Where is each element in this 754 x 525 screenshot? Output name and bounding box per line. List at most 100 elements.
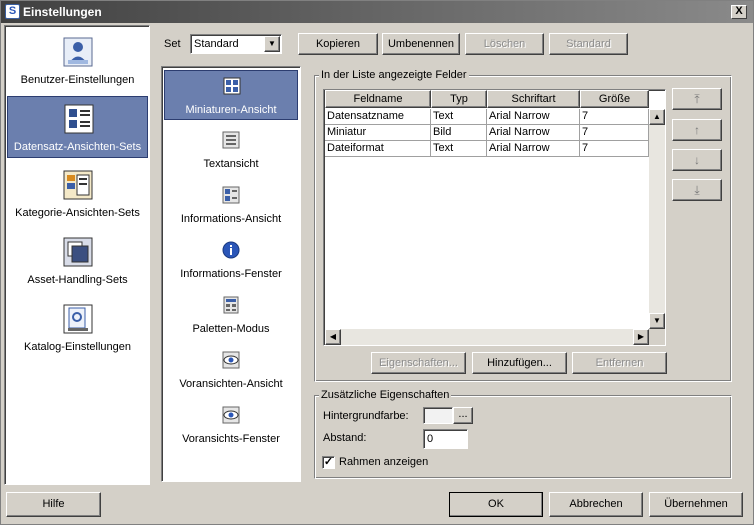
background-color-swatch[interactable] [423, 407, 453, 424]
scroll-down-icon[interactable]: ▼ [649, 313, 665, 329]
view-item-label: Voransichts-Fenster [182, 433, 280, 445]
move-top-icon: ⤒ [694, 92, 700, 106]
fields-group-label: In der Liste angezeigte Felder [319, 69, 469, 81]
default-button[interactable]: Standard [549, 33, 628, 55]
view-item-label: Informations-Ansicht [180, 213, 282, 225]
move-bottom-icon: ⤓ [694, 183, 700, 197]
set-dropdown[interactable]: Standard ▼ [190, 34, 282, 54]
fields-table: Feldname Typ Schriftart Größe Datensatzn… [323, 89, 666, 346]
scroll-left-icon[interactable]: ◀ [325, 329, 341, 345]
category-view-sets-icon [63, 170, 93, 200]
sidebar-item-label: Datensatz-Ansichten-Sets [13, 141, 142, 153]
table-cell[interactable]: 7 [580, 125, 649, 141]
column-header-type[interactable]: Typ [431, 90, 487, 108]
scroll-up-icon[interactable]: ▲ [649, 109, 665, 125]
thumbnail-view-icon [223, 77, 241, 95]
catalog-settings-icon [63, 304, 93, 334]
sidebar-item-label: Asset-Handling-Sets [27, 274, 128, 286]
view-item-info-view[interactable]: Informations-Ansicht [164, 180, 298, 230]
sidebar-item-user-settings[interactable]: Benutzer-Einstellungen [7, 30, 148, 92]
info-view-icon [222, 186, 240, 204]
settings-category-list: Benutzer-Einstellungen Datensatz-Ansicht… [4, 25, 150, 485]
title-bar[interactable]: S Einstellungen X [1, 1, 753, 23]
text-view-icon [222, 131, 240, 149]
move-top-button[interactable]: ⤒ [672, 88, 722, 110]
column-header-field-name[interactable]: Feldname [325, 90, 431, 108]
scrollbar-corner [649, 329, 665, 345]
help-button[interactable]: Hilfe [6, 492, 101, 517]
horizontal-scrollbar[interactable]: ◀ ▶ [325, 329, 649, 345]
set-dropdown-value: Standard [194, 38, 239, 50]
table-cell[interactable]: 7 [580, 109, 649, 125]
sidebar-item-record-view-sets[interactable]: Datensatz-Ansichten-Sets [7, 96, 148, 158]
table-cell[interactable]: Text [431, 141, 487, 157]
vertical-scrollbar[interactable]: ▲ ▼ [649, 109, 665, 329]
settings-window: S Einstellungen X Benutzer-Einstellungen [0, 0, 754, 525]
move-up-icon: ↑ [694, 123, 700, 137]
sidebar-item-label: Kategorie-Ansichten-Sets [15, 207, 140, 219]
info-window-icon [222, 241, 240, 259]
checkmark-icon: ✓ [323, 456, 334, 468]
scroll-right-icon[interactable]: ▶ [633, 329, 649, 345]
move-bottom-button[interactable]: ⤓ [672, 179, 722, 201]
apply-button[interactable]: Übernehmen [649, 492, 743, 517]
extra-properties-group-label: Zusätzliche Eigenschaften [319, 389, 452, 401]
record-view-sets-icon [64, 104, 94, 134]
view-item-label: Voransichten-Ansicht [179, 378, 283, 390]
view-item-info-window[interactable]: Informations-Fenster [164, 235, 298, 285]
table-cell[interactable]: Datensatzname [325, 109, 431, 125]
ok-button[interactable]: OK [449, 492, 543, 517]
table-cell[interactable]: Arial Narrow [487, 141, 580, 157]
window-title: Einstellungen [23, 5, 102, 19]
sidebar-item-catalog-settings[interactable]: Katalog-Einstellungen [7, 297, 148, 359]
sidebar-item-label: Benutzer-Einstellungen [20, 74, 135, 86]
view-item-text[interactable]: Textansicht [164, 125, 298, 175]
preview-window-icon [222, 406, 240, 424]
preview-view-icon [222, 351, 240, 369]
delete-button[interactable]: Löschen [465, 33, 544, 55]
app-icon: S [5, 4, 20, 19]
column-header-font[interactable]: Schriftart [487, 90, 580, 108]
view-item-label: Paletten-Modus [192, 323, 270, 335]
table-cell[interactable]: Arial Narrow [487, 125, 580, 141]
asset-handling-sets-icon [63, 237, 93, 267]
add-field-button[interactable]: Hinzufügen... [472, 352, 567, 374]
view-item-preview-window[interactable]: Voransichts-Fenster [164, 400, 298, 450]
view-item-label: Miniaturen-Ansicht [185, 104, 277, 116]
user-settings-icon [63, 37, 93, 67]
sidebar-item-category-view-sets[interactable]: Kategorie-Ansichten-Sets [7, 163, 148, 225]
show-frame-checkbox[interactable]: ✓ [322, 456, 335, 469]
chevron-down-icon[interactable]: ▼ [264, 36, 280, 52]
view-list: Miniaturen-Ansicht Textansicht Informati… [161, 66, 301, 482]
view-item-palette-mode[interactable]: Paletten-Modus [164, 290, 298, 340]
background-color-label: Hintergrundfarbe: [323, 410, 409, 422]
show-frame-label: Rahmen anzeigen [339, 456, 429, 468]
spacing-input[interactable]: 0 [423, 429, 468, 449]
set-label: Set [164, 38, 181, 50]
cancel-button[interactable]: Abbrechen [549, 492, 643, 517]
table-cell[interactable]: Miniatur [325, 125, 431, 141]
table-cell[interactable]: Arial Narrow [487, 109, 580, 125]
table-cell[interactable]: Dateiformat [325, 141, 431, 157]
view-item-label: Informations-Fenster [180, 268, 282, 280]
move-down-button[interactable]: ↓ [672, 149, 722, 171]
view-item-label: Textansicht [203, 158, 259, 170]
rename-button[interactable]: Umbenennen [382, 33, 460, 55]
table-cell[interactable]: 7 [580, 141, 649, 157]
palette-mode-icon [223, 296, 239, 314]
copy-button[interactable]: Kopieren [298, 33, 378, 55]
column-header-size[interactable]: Größe [580, 90, 649, 108]
color-picker-button[interactable]: ... [453, 407, 473, 424]
move-up-button[interactable]: ↑ [672, 119, 722, 141]
close-button[interactable]: X [731, 5, 747, 19]
table-cell[interactable]: Bild [431, 125, 487, 141]
table-cell[interactable]: Text [431, 109, 487, 125]
view-item-thumbnail[interactable]: Miniaturen-Ansicht [164, 70, 298, 120]
sidebar-item-label: Katalog-Einstellungen [23, 341, 132, 353]
remove-field-button[interactable]: Entfernen [572, 352, 667, 374]
view-item-preview-view[interactable]: Voransichten-Ansicht [164, 345, 298, 395]
properties-button[interactable]: Eigenschaften... [371, 352, 466, 374]
move-down-icon: ↓ [694, 153, 700, 167]
sidebar-item-asset-handling-sets[interactable]: Asset-Handling-Sets [7, 230, 148, 292]
spacing-label: Abstand: [323, 432, 367, 444]
